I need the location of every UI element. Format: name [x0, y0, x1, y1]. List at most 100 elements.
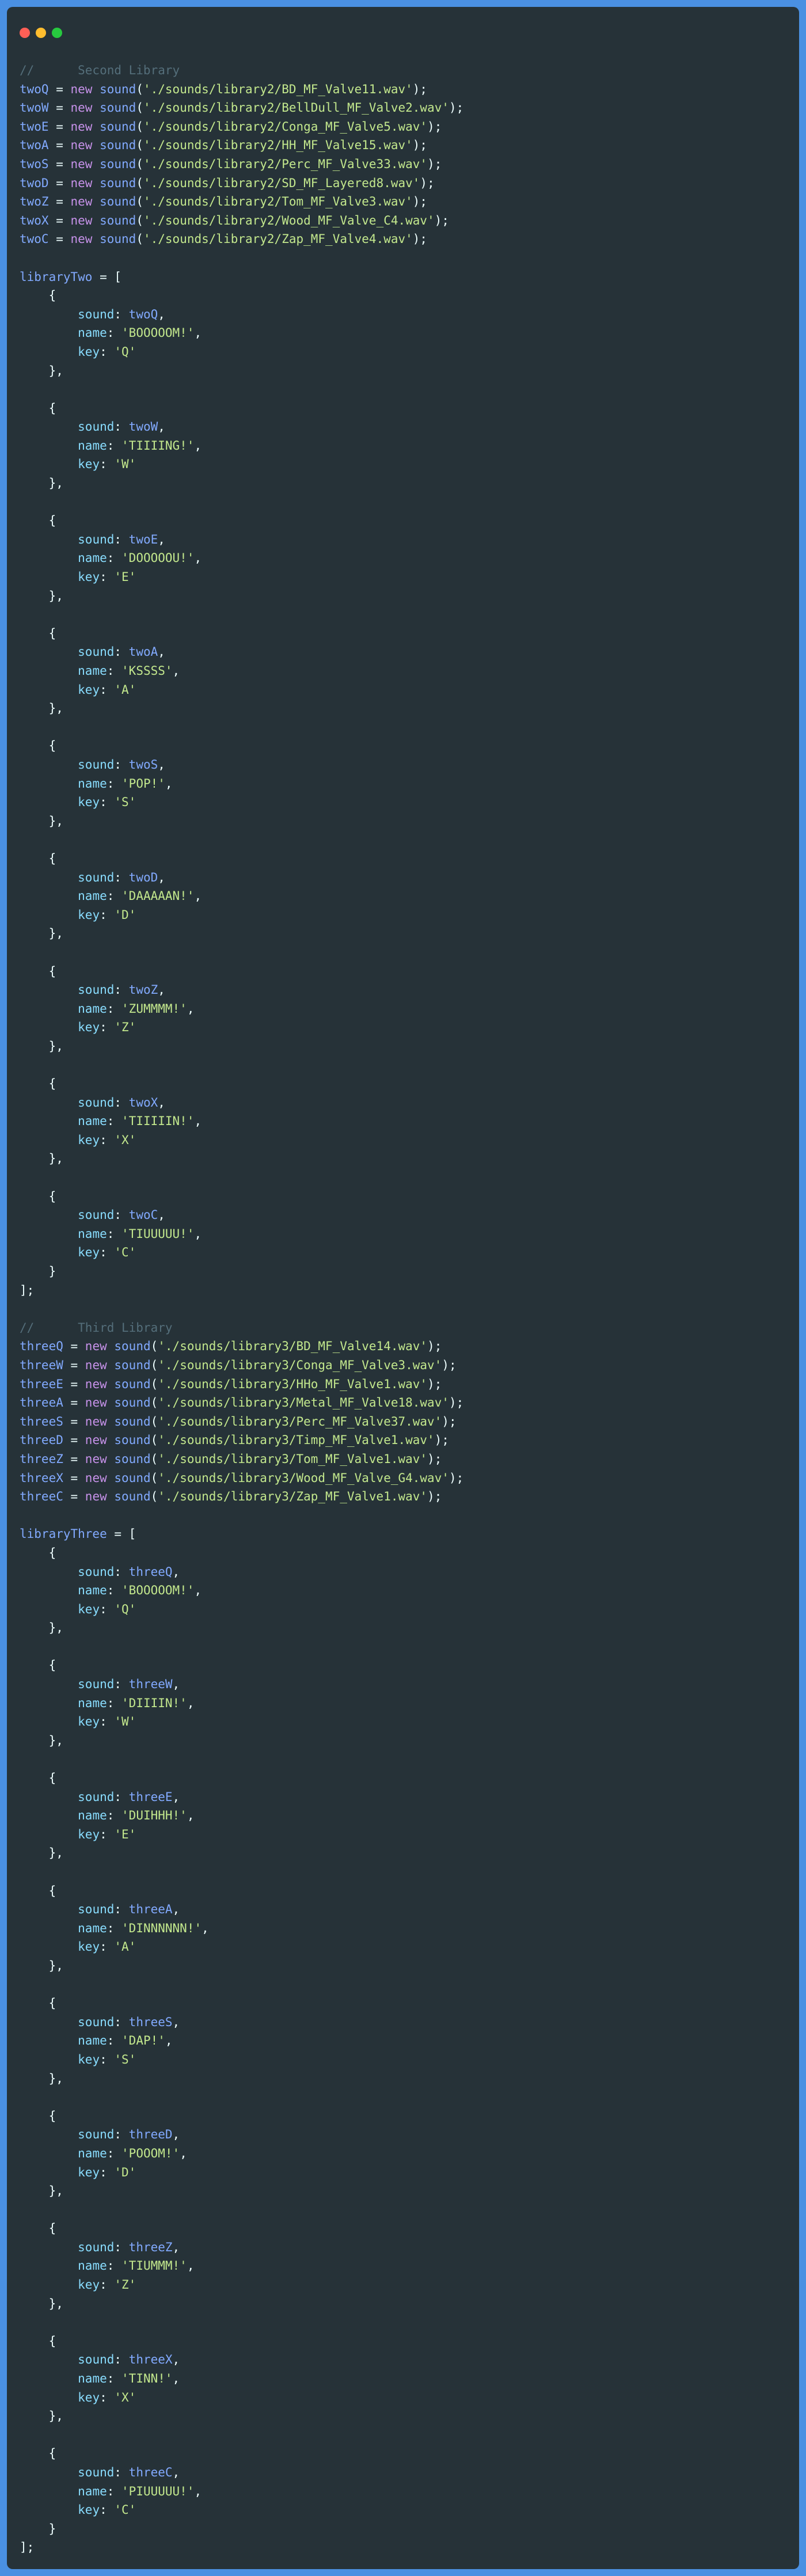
code-token-prop: key — [78, 344, 100, 359]
code-token-func: sound — [100, 119, 136, 134]
code-token-punct: , — [187, 1808, 195, 1823]
code-line: { — [20, 2219, 463, 2238]
code-token-string: 'BOOOOOM!' — [121, 1583, 195, 1598]
code-token-punct: : — [114, 420, 129, 434]
code-token-punct: , — [158, 870, 165, 884]
code-token-string: 'ZUMMMM!' — [121, 1001, 187, 1016]
code-token-prop: sound — [78, 532, 115, 546]
code-token-string: './sounds/library2/Perc_MF_Valve33.wav' — [143, 157, 428, 171]
code-token-prop: key — [78, 2503, 100, 2517]
code-token-prop: name — [78, 664, 107, 678]
code-token-prop: sound — [78, 2465, 115, 2479]
code-token-punct: : — [100, 1602, 115, 1616]
code-token-prop: sound — [78, 2015, 115, 2029]
code-token-punct: = — [48, 119, 71, 134]
code-token-prop: sound — [78, 1564, 115, 1579]
code-token-keyword: new — [85, 1452, 107, 1466]
code-token-punct — [107, 1396, 115, 1409]
code-token-punct: ( — [150, 1339, 158, 1354]
code-line: sound: threeC, — [20, 2463, 463, 2482]
code-line: key: 'E' — [20, 568, 463, 587]
code-token-punct — [20, 983, 78, 997]
code-token-string: './sounds/library2/BD_MF_Valve11.wav' — [143, 82, 413, 96]
code-token-punct: }, — [20, 1621, 63, 1635]
code-token-punct: ); — [449, 1471, 464, 1485]
code-token-punct: , — [172, 2015, 180, 2029]
code-token-punct: , — [158, 757, 165, 772]
code-line: twoX = new sound('./sounds/library2/Wood… — [20, 211, 463, 230]
code-token-prop: key — [78, 1245, 100, 1260]
code-token-punct: { — [20, 1189, 56, 1203]
code-token-punct: : — [107, 1808, 122, 1823]
code-token-func: sound — [114, 1414, 151, 1428]
code-token-punct: : — [107, 2034, 122, 2048]
code-token-punct — [20, 795, 78, 809]
code-token-punct: ]; — [20, 1283, 35, 1297]
code-token-punct: = — [48, 82, 71, 96]
code-token-func: sound — [114, 1358, 151, 1372]
code-token-punct: = — [48, 157, 71, 171]
code-line: name: 'BOOOOOM!', — [20, 1581, 463, 1600]
code-token-prop: key — [78, 1827, 100, 1841]
code-token-ident: twoC — [20, 232, 49, 246]
code-token-ident: twoD — [20, 176, 49, 190]
code-token-ident: threeS — [20, 1414, 63, 1428]
code-token-func: sound — [114, 1490, 151, 1504]
code-token-punct: ); — [427, 1377, 442, 1391]
code-token-punct — [20, 683, 78, 697]
code-token-punct: : — [114, 2127, 129, 2142]
code-line: { — [20, 736, 463, 755]
code-token-func: sound — [114, 1433, 151, 1447]
code-token-keyword: new — [70, 213, 93, 227]
code-token-string: 'Z' — [114, 1020, 136, 1035]
code-line: threeZ = new sound('./sounds/library3/To… — [20, 1450, 463, 1469]
code-token-string: 'A' — [114, 682, 136, 697]
code-line: { — [20, 1074, 463, 1093]
close-window-icon[interactable] — [20, 28, 30, 38]
code-token-punct: ( — [150, 1396, 158, 1410]
code-token-punct: { — [20, 514, 56, 528]
code-token-punct — [107, 1415, 115, 1428]
code-token-punct: { — [20, 1771, 56, 1785]
code-token-punct: }, — [20, 1039, 63, 1053]
code-line: }, — [20, 1844, 463, 1863]
code-line: name: 'DOOOOOU!', — [20, 549, 463, 568]
code-token-punct: }, — [20, 701, 63, 716]
code-token-func: sound — [100, 232, 136, 246]
code-token-punct — [107, 1358, 115, 1372]
code-token-prop: sound — [78, 420, 115, 434]
code-token-ident: twoQ — [20, 82, 49, 96]
code-token-punct: ); — [427, 1490, 442, 1504]
maximize-window-icon[interactable] — [52, 28, 62, 38]
code-token-punct: , — [180, 2146, 187, 2160]
code-token-punct: ( — [136, 195, 143, 209]
code-token-func: sound — [100, 138, 136, 153]
code-token-punct — [20, 1245, 78, 1259]
code-token-punct: : — [114, 532, 129, 546]
code-token-string: 'DINNNNNN!' — [121, 1921, 202, 1935]
code-token-string: 'POP!' — [121, 776, 165, 791]
code-token-punct: = — [63, 1339, 85, 1354]
code-token-string: 'POOOM!' — [121, 2146, 180, 2160]
code-line: threeW = new sound('./sounds/library3/Co… — [20, 1356, 463, 1375]
code-line: key: 'D' — [20, 906, 463, 925]
code-token-punct: : — [107, 1921, 122, 1935]
minimize-window-icon[interactable] — [36, 28, 46, 38]
code-token-string: 'TIIIING!' — [121, 438, 195, 453]
code-line: }, — [20, 474, 463, 493]
code-token-punct: , — [158, 1095, 165, 1110]
code-line: sound: threeE, — [20, 1788, 463, 1807]
code-token-punct: ( — [136, 232, 143, 246]
code-token-ident: twoA — [20, 138, 49, 153]
code-line: ]; — [20, 2538, 463, 2557]
code-token-prop: key — [78, 1940, 100, 1954]
code-line: sound: twoZ, — [20, 981, 463, 1000]
code-token-punct: , — [158, 1208, 165, 1222]
code-token-punct: : — [114, 1095, 129, 1110]
code-token-punct: : — [100, 2390, 115, 2404]
code-token-punct — [20, 2465, 78, 2479]
code-token-func: sound — [100, 101, 136, 115]
code-token-punct: = — [63, 1490, 85, 1504]
code-token-punct: = — [63, 1471, 85, 1485]
